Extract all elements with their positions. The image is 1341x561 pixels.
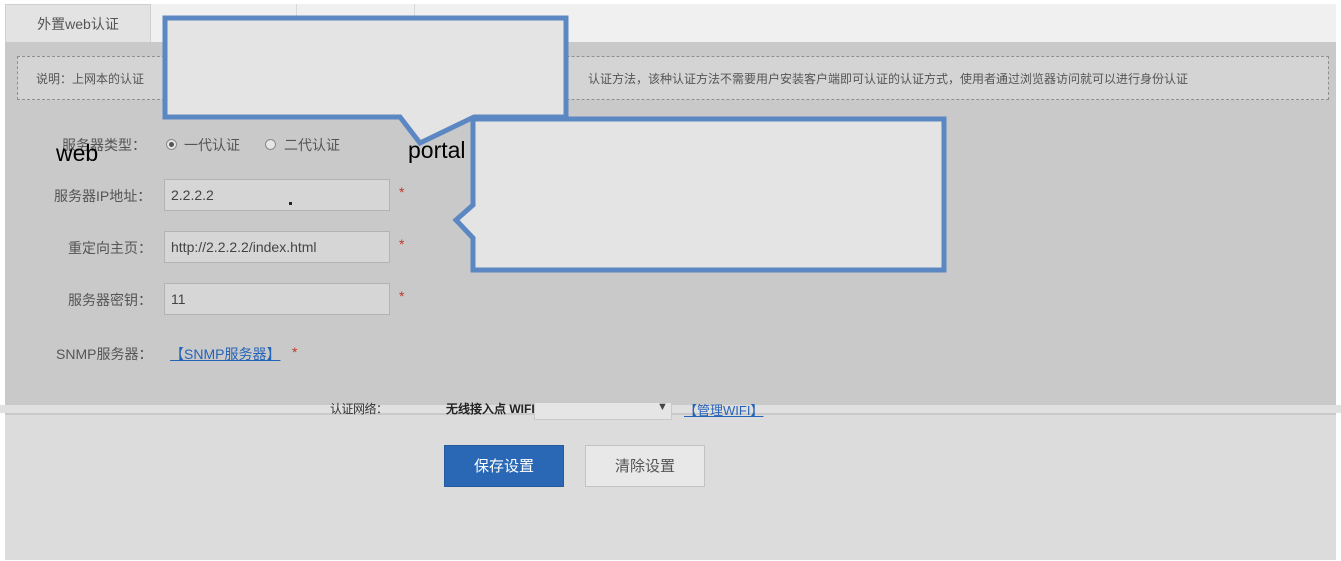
callout-overlay bbox=[162, 15, 947, 273]
callout-word-portal: portal bbox=[408, 137, 466, 163]
callout-word-web: web bbox=[56, 140, 99, 166]
